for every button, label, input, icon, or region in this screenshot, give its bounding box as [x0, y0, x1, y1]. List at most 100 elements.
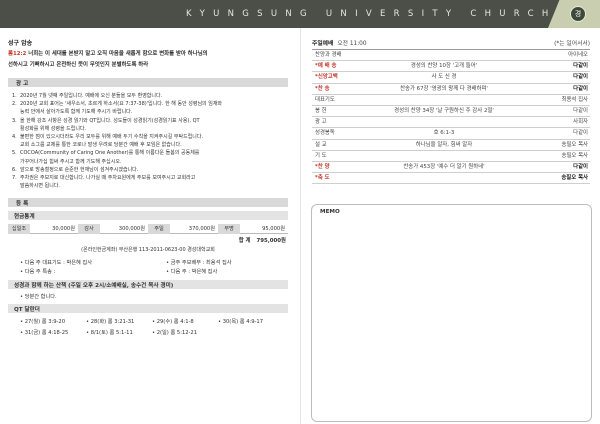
- worship-item: 광 고: [315, 119, 327, 126]
- notice-number: [12, 158, 20, 166]
- offering-value: 95,000원: [240, 224, 288, 235]
- qt-item: • 31(금) 롬 4:18-25: [20, 330, 69, 337]
- worship-content: 경성의 찬양 10장 '고개 들어': [410, 63, 478, 70]
- notice-number: 3.: [12, 117, 17, 124]
- worship-row: 신앙고백 사 도 신 경 다같이: [312, 72, 590, 84]
- notice-text: 교회 소그룹 교제를 통한 코로나 발생 우려로 당분간 예배 후 모임은 없습…: [20, 142, 182, 149]
- worship-content: 사 도 신 경: [431, 74, 457, 81]
- notice-number: 7.: [12, 175, 17, 182]
- offering-value: 370,000원: [170, 224, 218, 235]
- verse-title: 성구 암송: [8, 40, 33, 47]
- offering-label: 감사: [78, 224, 100, 235]
- notice-list: 1. 2020년 7월 넷째 주일입니다. 예배에 오신 분들을 모두 환영합니다…: [8, 92, 288, 190]
- worship-header: 주일예배 오전 11:00 (*는 일어서서): [312, 38, 590, 50]
- worship-person: 다같이: [573, 85, 588, 92]
- notice-item: 3. 올 한해 강조 사항은 성경 읽기와 QT입니다. 성도들이 성경읽기(성경…: [12, 117, 288, 125]
- worship-person: 송필오 목사: [561, 152, 588, 159]
- worship-content: 찬송가 453장 '예수 더 알기 원하네': [403, 163, 485, 170]
- worship-row: 광 고 사회자: [312, 117, 590, 129]
- worship-title-text: 주일예배: [312, 41, 334, 47]
- notice-item: 1. 2020년 7월 넷째 주일입니다. 예배에 오신 분들을 모두 환영합니다…: [12, 92, 288, 100]
- offering-label: 무명: [218, 224, 240, 235]
- worship-content: [354, 95, 534, 105]
- verse-line-2: 선하시고 기뻐하시고 온전하신 뜻이 무엇인지 분별하도록 하라: [8, 61, 149, 68]
- notice-item: 능력 안에서 살아가도록 함께 기도해 주시기 바랍니다.: [12, 108, 288, 116]
- worship-person: 아이네오: [568, 52, 588, 58]
- notice-number: [12, 108, 20, 116]
- worship-person: 다같이: [573, 74, 588, 81]
- worship-row: 대표기도 최용석 집사: [312, 95, 590, 106]
- offering-label: 십일조: [8, 224, 30, 235]
- qt-item: • 29(수) 롬 4:1-8: [152, 319, 194, 326]
- verse-ref: 롬12:2: [8, 51, 27, 57]
- notice-number: 1.: [12, 93, 17, 99]
- qt-item: • 28(화) 롬 3:21-31: [86, 319, 135, 326]
- offering-total-value: 795,000원: [256, 238, 286, 245]
- worship-content: 호 6:1-3: [433, 130, 455, 137]
- notice-text: 올 한해 강조 사항은 성경 읽기와 QT입니다. 성도들이 성경읽기(성경읽기…: [20, 117, 200, 124]
- worship-title: 주일예배 오전 11:00: [312, 38, 367, 47]
- worship-item: 찬 송: [312, 84, 354, 94]
- worship-order: 찬양과 경배아이네오예 배 송경성의 찬양 10장 '고개 들어'다같이신앙고백…: [312, 50, 590, 185]
- worship-content: 하나님을 알자, 힘써 알자: [415, 141, 473, 148]
- worship-row: 찬 양 찬송가 453장 '예수 더 알기 원하네' 다같이: [312, 162, 590, 174]
- qt-item: • 30(목) 롬 4:9-17: [218, 319, 264, 326]
- notice-item: 4. 불편한 점이 있으시더라도 우리 모두를 위해 예배 두기 수칙을 지켜주시…: [12, 133, 288, 141]
- notice-text: 앞으로 방송철정으로 순준한 헌재님이 섬겨주시겠습니다.: [20, 166, 139, 173]
- church-logo-icon: 경: [570, 6, 586, 22]
- worship-content: [354, 173, 534, 183]
- qt-heading: QT 달란더: [14, 307, 40, 314]
- offering-section-bar: 현금통계: [8, 211, 288, 221]
- notice-text: 2020년 교회 표어는 '새우소서, 초르게 하소서(요 7:37-38)'입…: [20, 101, 223, 108]
- notice-text: 말씀하시면 됩니다.: [20, 183, 60, 190]
- offering-account: (온라인헌금계좌) 부산은행 113-2011-0623-00 경성대학교회: [81, 247, 215, 254]
- qt-item: • 27(월) 롬 3:9-20: [20, 319, 66, 326]
- page-header: KYUNGSUNG UNIVERSITY CHURCH 경: [0, 0, 600, 28]
- worship-note: (*는 일어서서): [554, 41, 590, 47]
- worship-item: 기 도: [315, 152, 327, 159]
- register-section-bar: 등 록: [8, 198, 288, 208]
- notice-text: COCOA(Community of Caring One Another)를 …: [20, 150, 200, 157]
- duty-item: • 다음 주 대표기도 : 박은혜 집사: [20, 260, 92, 267]
- worship-person: 사회자: [573, 119, 588, 126]
- notice-heading: 광 고: [16, 81, 29, 87]
- qt-item: • 8/1(토) 롬 5:1-11: [86, 330, 133, 337]
- notice-item: 5. COCOA(Community of Caring One Another)…: [12, 149, 288, 157]
- prayer-walk-heading: 성경과 함께 하는 산책 (주일 오후 2시/소예배실, 송수건 목사 경미): [14, 283, 174, 290]
- right-column: 주일예배오전 11:00 (*는 일어서서) 찬양과 경배아이네오예 배 송 경성…: [312, 38, 590, 185]
- worship-person: 송필오 목사: [561, 141, 588, 148]
- prayer-walk-text: • 당분간 합니다.: [20, 294, 57, 301]
- offering-label: 주일: [148, 224, 170, 235]
- notice-number: 5.: [12, 150, 17, 157]
- notice-number: 2.: [12, 101, 17, 108]
- notice-item: 교회 소그룹 교제를 통한 코로나 발생 우려로 당분간 예배 후 모임은 없습…: [12, 141, 288, 149]
- notice-section-bar: 광 고: [8, 78, 288, 87]
- notice-item: 활성화를 위해 성령을 드립니다.: [12, 125, 288, 133]
- notice-text: 불편한 점이 있으시더라도 우리 모두를 위해 예배 두기 수칙을 지켜주시길 …: [20, 134, 204, 141]
- notice-text: 2020년 7월 넷째 주일입니다. 예배에 오신 분들을 모두 환영합니다.: [20, 93, 163, 99]
- verse-text: 롬12:2 너희는 이 세대를 본받지 말고 오직 마음을 새롭게 함으로 변화…: [8, 49, 288, 70]
- duty-list: • 다음 주 대표기도 : 박은혜 집사 • 금주 주보배부 : 최용석 집사 …: [8, 259, 288, 276]
- worship-person: 다같이: [573, 130, 588, 137]
- worship-row: 축 도 송필오 목사: [312, 173, 590, 185]
- notice-item: 가꾸어나가십 힘써 주시고 함께 기도해 주십시오.: [12, 158, 288, 166]
- worship-person: 송필오 목사: [561, 175, 588, 182]
- worship-item: 예 배 송: [312, 61, 354, 71]
- worship-row: 찬양과 경배 아이네오: [312, 50, 590, 62]
- left-column: 성구 암송 롬12:2 너희는 이 세대를 본받지 말고 오직 마음을 새롭게 …: [8, 38, 288, 339]
- worship-content: 찬송가 67장 '영광의 왕께 다 경배하며': [400, 85, 488, 92]
- notice-text: 주차권은 주보지로 대신합니다. 나가실 때 주차요원에게 주보를 보여주시고 …: [20, 175, 196, 182]
- memo-box[interactable]: MEMO: [311, 204, 592, 422]
- offering-value: 300,000원: [100, 224, 148, 235]
- notice-number: 4.: [12, 134, 17, 141]
- worship-time: 오전 11:00: [337, 41, 367, 47]
- duty-item: • 다음 주 : 박은혜 집사: [166, 269, 218, 276]
- worship-item: 성경봉독: [315, 130, 335, 137]
- worship-item: 설 교: [315, 141, 327, 148]
- worship-row: 예 배 송 경성의 찬양 10장 '고개 들어' 다같이: [312, 61, 590, 73]
- qt-item: • 2(일) 롬 5:12-21: [152, 330, 198, 337]
- offering-heading: 현금통계: [14, 214, 35, 221]
- notice-item: 2. 2020년 교회 표어는 '새우소서, 초르게 하소서(요 7:37-38)…: [12, 100, 288, 108]
- worship-person: 최용석 집사: [561, 96, 588, 103]
- notice-number: [12, 125, 20, 133]
